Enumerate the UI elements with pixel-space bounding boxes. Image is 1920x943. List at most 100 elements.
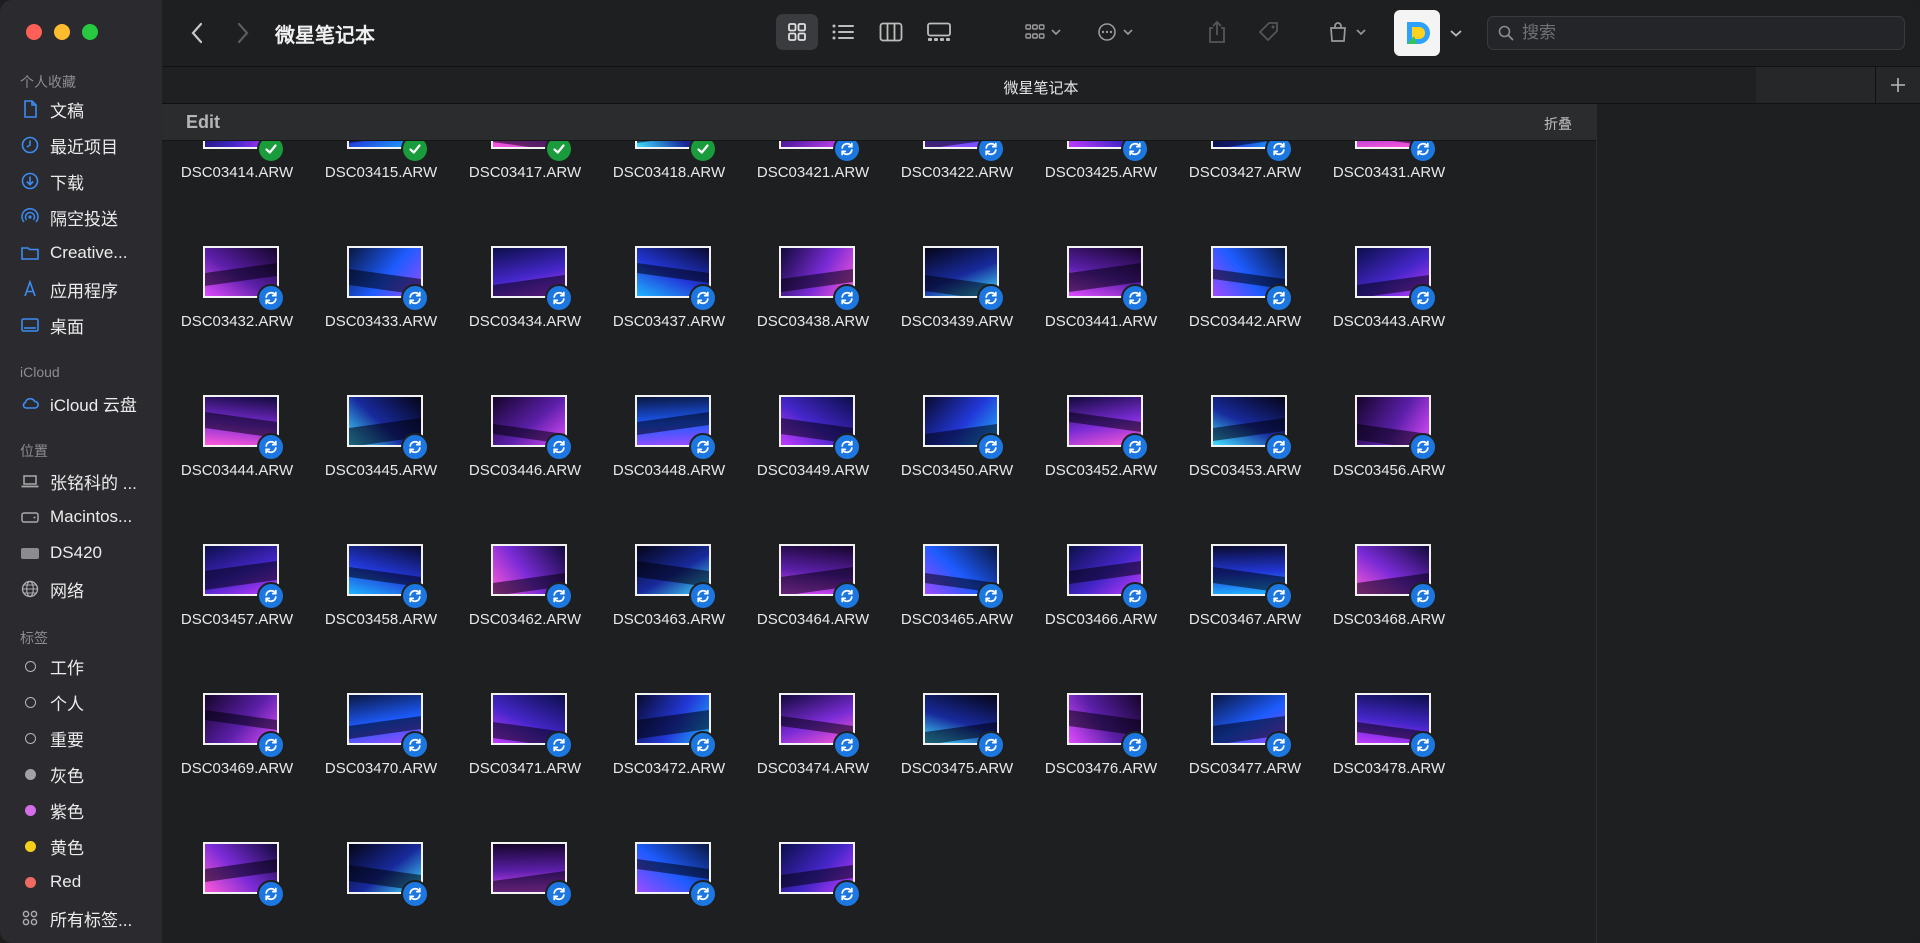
file-item[interactable]: DSC03468.ARW [1317,544,1461,674]
file-item[interactable] [165,842,309,943]
file-item[interactable]: DSC03475.ARW [885,693,1029,823]
file-name: DSC03444.ARW [180,462,294,479]
sidebar-item[interactable]: 张铭科的 ... [20,466,160,496]
file-item[interactable]: DSC03471.ARW [453,693,597,823]
file-item[interactable] [741,842,885,943]
window-title: 微星笔记本 [275,25,375,47]
collapse-group-button[interactable]: 折叠 [1544,114,1572,134]
file-name: DSC03466.ARW [1044,611,1158,628]
search-field[interactable] [1487,16,1905,50]
file-item[interactable]: DSC03476.ARW [1029,693,1173,823]
file-item[interactable]: DSC03464.ARW [741,544,885,674]
sidebar-item[interactable]: 黄色 [20,831,160,861]
sidebar-item-label: 应用程序 [50,281,118,301]
sidebar-item-label: 文稿 [50,101,84,121]
file-item[interactable]: DSC03457.ARW [165,544,309,674]
file-item[interactable]: DSC03437.ARW [597,246,741,376]
clock-icon [20,135,40,155]
sidebar-item[interactable]: iCloud 云盘 [20,388,160,418]
search-input[interactable] [1520,22,1884,44]
sidebar-item[interactable]: 灰色 [20,759,160,789]
minimize-window-button[interactable] [54,24,70,40]
syncing-icon [1121,731,1149,759]
file-item[interactable] [309,842,453,943]
file-item[interactable]: DSC03470.ARW [309,693,453,823]
share-button[interactable] [1198,14,1236,50]
tag-gray-icon [20,764,40,784]
back-button[interactable] [182,19,212,47]
file-item[interactable]: DSC03458.ARW [309,544,453,674]
file-item[interactable]: DSC03474.ARW [741,693,885,823]
file-item[interactable]: DSC03450.ARW [885,395,1029,525]
app-extension-dropdown[interactable] [1446,20,1466,46]
file-name: DSC03469.ARW [180,760,294,777]
file-item[interactable]: DSC03441.ARW [1029,246,1173,376]
gallery-view-button[interactable] [918,14,960,50]
file-item[interactable]: DSC03443.ARW [1317,246,1461,376]
sidebar-item[interactable]: 隔空投送 [20,202,160,232]
file-item[interactable]: DSC03446.ARW [453,395,597,525]
file-item[interactable]: DSC03463.ARW [597,544,741,674]
file-item[interactable]: DSC03434.ARW [453,246,597,376]
file-item[interactable]: DSC03466.ARW [1029,544,1173,674]
file-item[interactable] [597,842,741,943]
action-menu-button[interactable] [1090,14,1140,50]
column-view-button[interactable] [870,14,912,50]
file-item[interactable]: DSC03465.ARW [885,544,1029,674]
file-item[interactable]: DSC03456.ARW [1317,395,1461,525]
sidebar-item[interactable]: 文稿 [20,94,160,124]
file-item[interactable]: DSC03478.ARW [1317,693,1461,823]
file-item[interactable]: DSC03453.ARW [1173,395,1317,525]
syncing-icon [257,731,285,759]
forward-button[interactable] [228,19,258,47]
sidebar-item[interactable]: 紫色 [20,795,160,825]
sidebar-item[interactable]: Macintos... [20,502,160,532]
file-name: DSC03417.ARW [468,164,582,181]
sidebar-item[interactable]: 重要 [20,723,160,753]
sidebar-item[interactable]: 个人 [20,687,160,717]
sidebar-item-label: 重要 [50,730,84,750]
group-by-button[interactable] [1018,14,1068,50]
thumbnail-laptop-shape [637,262,709,284]
file-item[interactable]: DSC03442.ARW [1173,246,1317,376]
list-view-button[interactable] [822,14,864,50]
sidebar-item[interactable]: 网络 [20,574,160,604]
columns-icon [879,22,903,42]
file-item[interactable]: DSC03462.ARW [453,544,597,674]
sidebar-item[interactable]: Creative... [20,238,160,268]
file-grid: DSC03414.ARW DSC03415.ARW DSC03417.ARW DSC0… [162,104,1596,943]
sidebar-item[interactable]: 桌面 [20,310,160,340]
sidebar-item[interactable]: Red [20,867,160,897]
sidebar-item[interactable]: 所有标签... [20,903,160,933]
file-item[interactable]: DSC03438.ARW [741,246,885,376]
shopping-bag-button[interactable] [1322,14,1372,50]
file-item[interactable]: DSC03467.ARW [1173,544,1317,674]
file-item[interactable]: DSC03432.ARW [165,246,309,376]
file-item[interactable]: DSC03445.ARW [309,395,453,525]
syncing-icon [257,880,285,908]
syncing-icon [977,284,1005,312]
file-name: DSC03478.ARW [1332,760,1446,777]
app-extension-button[interactable] [1394,10,1440,56]
sidebar-item[interactable]: 下载 [20,166,160,196]
file-item[interactable]: DSC03439.ARW [885,246,1029,376]
close-window-button[interactable] [26,24,42,40]
new-tab-button[interactable] [1875,67,1920,103]
file-item[interactable]: DSC03433.ARW [309,246,453,376]
file-item[interactable]: DSC03452.ARW [1029,395,1173,525]
file-item[interactable]: DSC03477.ARW [1173,693,1317,823]
sidebar-item[interactable]: 应用程序 [20,274,160,304]
file-item[interactable]: DSC03469.ARW [165,693,309,823]
file-item[interactable]: DSC03449.ARW [741,395,885,525]
sidebar-item[interactable]: 最近项目 [20,130,160,160]
sidebar-item[interactable]: 工作 [20,651,160,681]
file-item[interactable]: DSC03472.ARW [597,693,741,823]
file-item[interactable] [453,842,597,943]
tag-button[interactable] [1250,14,1288,50]
file-item[interactable]: DSC03448.ARW [597,395,741,525]
file-item[interactable]: DSC03444.ARW [165,395,309,525]
sidebar-item[interactable]: DS420 [20,538,160,568]
icon-view-button[interactable] [776,14,818,50]
zoom-window-button[interactable] [82,24,98,40]
sidebar-item-label: 张铭科的 ... [50,473,137,493]
